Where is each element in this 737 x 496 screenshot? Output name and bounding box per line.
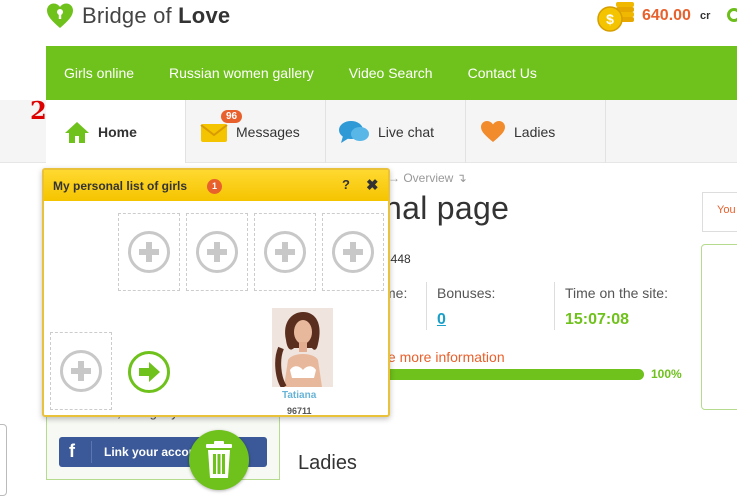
chat-bubbles-icon (339, 120, 369, 143)
plus-icon (128, 231, 170, 273)
arrow-right-icon (139, 362, 160, 382)
bonuses-value[interactable]: 0 (437, 311, 446, 329)
facebook-button-separator (91, 441, 92, 463)
plus-icon (60, 350, 102, 392)
messages-count-badge: 96 (221, 110, 243, 123)
page-title: nal page (384, 190, 510, 226)
facebook-icon: f (69, 441, 75, 461)
nav-girls-online[interactable]: Girls online (64, 65, 134, 81)
breadcrumb[interactable]: → Overview ↴ (388, 171, 467, 185)
add-girl-slot[interactable] (254, 213, 316, 291)
plus-icon (332, 231, 374, 273)
personal-list-popup: My personal list of girls 1 ? ✖ Tatiana … (42, 168, 390, 417)
nav-video-search[interactable]: Video Search (349, 65, 433, 81)
nav-contact-us[interactable]: Contact Us (468, 65, 537, 81)
plus-icon (196, 231, 238, 273)
stat-divider (554, 282, 555, 330)
heart-logo-icon (47, 3, 73, 28)
popup-title: My personal list of girls (53, 179, 188, 193)
right-callout-text: You (717, 204, 736, 216)
annotation-number: 2 (30, 96, 47, 125)
trash-icon (206, 441, 232, 478)
tab-ladies-label: Ladies (514, 123, 556, 140)
tab-home[interactable]: Home (46, 100, 186, 163)
heart-icon (481, 120, 505, 142)
profile-progress-fill (384, 369, 644, 380)
envelope-icon (200, 123, 228, 142)
next-arrow-button[interactable] (128, 351, 170, 393)
tab-messages[interactable]: Messages (186, 100, 326, 163)
tab-messages-label: Messages (236, 123, 300, 140)
logo-text: Bridge of Love (82, 3, 231, 28)
plus-icon (264, 231, 306, 273)
tab-live-chat-label: Live chat (378, 123, 435, 140)
girl-name-link[interactable]: Tatiana (282, 390, 316, 401)
account-icon[interactable] (727, 8, 737, 22)
ladies-heading: Ladies (298, 452, 357, 474)
girl-portrait-image (272, 308, 333, 387)
right-callout: You (702, 192, 737, 232)
svg-text:$: $ (606, 11, 614, 27)
time-on-site-value: 15:07:08 (565, 311, 630, 328)
add-girl-slot[interactable] (186, 213, 248, 291)
add-girl-slot[interactable] (118, 213, 180, 291)
left-edge-panel (0, 424, 7, 496)
nav-russian-women-gallery[interactable]: Russian women gallery (169, 65, 314, 81)
stat-divider (426, 282, 427, 330)
credits-unit: cr (700, 10, 711, 22)
girl-photo[interactable] (272, 308, 333, 387)
add-girl-slot[interactable] (50, 332, 112, 410)
page: Bridge of Love $ 640.00 cr Girls online … (0, 0, 737, 496)
popup-count-badge: 1 (207, 179, 222, 194)
home-icon (65, 121, 89, 143)
close-button[interactable]: ✖ (366, 176, 379, 194)
logo[interactable]: Bridge of Love (46, 2, 230, 30)
profile-progress-percent: 100% (651, 367, 682, 381)
help-button[interactable]: ? (342, 177, 350, 192)
main-nav: Girls online Russian women gallery Video… (46, 46, 737, 100)
tab-home-label: Home (98, 123, 137, 140)
credits-amount[interactable]: 640.00 (642, 7, 691, 25)
more-info-link[interactable]: te more information (384, 349, 505, 365)
add-girl-slot[interactable] (322, 213, 384, 291)
bonuses-label: Bonuses: (437, 285, 496, 301)
girl-id: 96711 (287, 406, 312, 416)
tab-live-chat[interactable]: Live chat (326, 100, 466, 163)
tab-ladies[interactable]: Ladies (466, 100, 606, 163)
time-on-site-label: Time on the site: (565, 285, 668, 301)
coins-icon: $ (597, 2, 634, 32)
trash-drop-target[interactable] (189, 430, 249, 490)
right-panel (701, 244, 737, 410)
link-facebook-label: Link your accou (104, 445, 197, 459)
